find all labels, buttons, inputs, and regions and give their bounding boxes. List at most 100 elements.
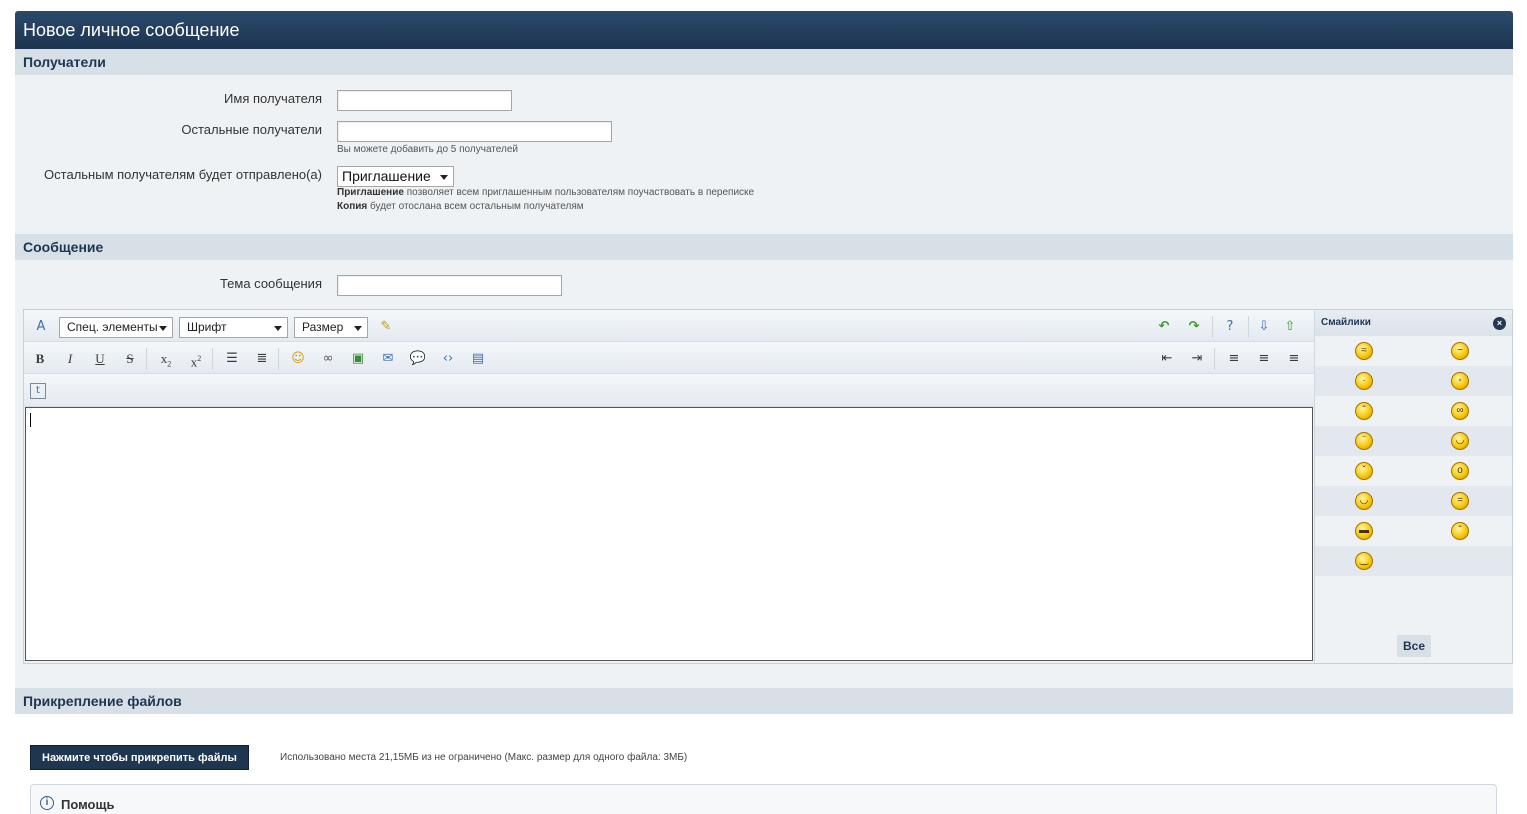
link-icon[interactable]: ∞ bbox=[318, 349, 338, 369]
smiley-cool-icon[interactable]: ▬ bbox=[1355, 522, 1373, 540]
remove-format-icon[interactable]: A bbox=[31, 317, 51, 337]
bold-button[interactable]: B bbox=[30, 349, 50, 369]
message-body-textarea[interactable] bbox=[25, 407, 1313, 661]
info-icon: i bbox=[40, 796, 54, 810]
chevron-down-icon bbox=[274, 326, 282, 331]
bullet-list-icon[interactable]: ☰ bbox=[222, 349, 242, 369]
align-right-icon[interactable]: ≡ bbox=[1284, 349, 1304, 369]
recipient-label: Имя получателя bbox=[224, 91, 322, 106]
smiley-icon[interactable]: ☺ bbox=[288, 349, 308, 369]
send-mode-selected: Приглашение bbox=[342, 168, 431, 184]
indent-icon[interactable]: ⇥ bbox=[1187, 349, 1207, 369]
subject-input[interactable] bbox=[337, 275, 562, 296]
smilies-title: Смайлики bbox=[1321, 317, 1371, 328]
font-label: Шрифт bbox=[187, 320, 227, 334]
other-recipients-label: Остальные получатели bbox=[181, 122, 322, 137]
smiley-row: ˆ ∞ bbox=[1315, 396, 1512, 426]
smiley-row: ≈ ~ bbox=[1315, 336, 1512, 366]
chevron-down-icon bbox=[354, 326, 362, 331]
clean-icon[interactable]: ✎ bbox=[376, 317, 396, 337]
attach-files-button[interactable]: Нажмите чтобы прикрепить файлы bbox=[30, 745, 249, 770]
twitter-icon[interactable]: t bbox=[30, 383, 46, 399]
recipients-section-title: Получатели bbox=[15, 49, 1513, 75]
editor-toolbar-row-1: A Спец. элементы Шрифт Размер ✎ ↶ ↷ ? ⇩ … bbox=[24, 310, 1314, 342]
quote-icon[interactable]: 💬 bbox=[408, 349, 428, 369]
subscript-icon[interactable]: x2 bbox=[156, 349, 176, 369]
media-icon[interactable]: ▤ bbox=[468, 349, 488, 369]
chevron-down-icon bbox=[439, 175, 448, 180]
toolbar-separator bbox=[146, 348, 147, 370]
smiley-row: ¨ ◡ bbox=[1315, 426, 1512, 456]
smiley-tongue-icon[interactable]: ◡ bbox=[1355, 492, 1373, 510]
font-select[interactable]: Шрифт bbox=[179, 317, 288, 338]
smiley-smile-icon[interactable]: ‿ bbox=[1355, 552, 1373, 570]
smiley-laugh-icon[interactable]: ◡ bbox=[1451, 432, 1469, 450]
smiley-confused-icon[interactable]: ¨ bbox=[1355, 432, 1373, 450]
help-label: Помощь bbox=[61, 797, 115, 812]
chevron-down-icon bbox=[159, 326, 167, 331]
size-select[interactable]: Размер bbox=[294, 317, 368, 338]
message-section-title: Сообщение bbox=[15, 234, 1513, 260]
superscript-icon[interactable]: x2 bbox=[186, 349, 206, 369]
underline-button[interactable]: U bbox=[90, 349, 110, 369]
toolbar-separator bbox=[1214, 348, 1215, 370]
other-recipients-input[interactable] bbox=[337, 121, 612, 142]
send-mode-hint-invite: Приглашение позволяет всем приглашенным … bbox=[337, 187, 755, 198]
send-mode-label: Остальным получателям будет отправлено(а… bbox=[44, 167, 322, 182]
smiley-row: ▬ ˆ bbox=[1315, 516, 1512, 546]
smiley-glasses-icon[interactable]: ∞ bbox=[1451, 402, 1469, 420]
other-recipients-hint: Вы можете добавить до 5 получателей bbox=[337, 144, 518, 155]
restore-draft-icon[interactable]: ⇩ bbox=[1254, 317, 1274, 337]
toolbar-separator bbox=[212, 348, 213, 370]
redo-icon[interactable]: ↷ bbox=[1184, 317, 1204, 337]
smilies-grid: ≈ ~ · ◦ ˆ ∞ ¨ ◡ ˇo ◡ = ▬ ˆ ‿ bbox=[1315, 336, 1512, 576]
outdent-icon[interactable]: ⇤ bbox=[1157, 349, 1177, 369]
storage-usage-info: Использовано места 21,15МБ из не огранич… bbox=[280, 752, 688, 763]
align-center-icon[interactable]: ≡ bbox=[1254, 349, 1274, 369]
toolbar-separator bbox=[278, 348, 279, 370]
smiley-shocked-icon[interactable]: o bbox=[1451, 462, 1469, 480]
smilies-panel: Смайлики × ≈ ~ · ◦ ˆ ∞ ¨ ◡ ˇo ◡ = ▬ ˆ ‿ Все bbox=[1314, 310, 1512, 663]
smilies-panel-header: Смайлики × bbox=[1315, 310, 1512, 336]
toolbar-separator bbox=[1248, 316, 1249, 338]
rich-text-editor: A Спец. элементы Шрифт Размер ✎ ↶ ↷ ? ⇩ … bbox=[23, 309, 1513, 664]
text-caret bbox=[30, 413, 31, 427]
smiley-dizzy-icon[interactable]: ≈ bbox=[1355, 342, 1373, 360]
recipients-section: Имя получателя Остальные получатели Вы м… bbox=[15, 75, 1513, 234]
toolbar-separator bbox=[1212, 316, 1213, 338]
smiley-row: ˇo bbox=[1315, 456, 1512, 486]
special-elements-label: Спец. элементы bbox=[67, 320, 158, 334]
image-icon[interactable]: ▣ bbox=[348, 349, 368, 369]
close-icon[interactable]: × bbox=[1493, 317, 1506, 330]
editor-main: A Спец. элементы Шрифт Размер ✎ ↶ ↷ ? ⇩ … bbox=[24, 310, 1314, 663]
smiley-angry-icon[interactable]: ˆ bbox=[1355, 402, 1373, 420]
send-mode-select[interactable]: Приглашение bbox=[337, 166, 454, 187]
smiley-wink-icon[interactable]: ˇ bbox=[1355, 462, 1373, 480]
special-elements-select[interactable]: Спец. элементы bbox=[59, 317, 173, 338]
italic-button[interactable]: I bbox=[60, 349, 80, 369]
code-icon[interactable]: ‹› bbox=[438, 349, 458, 369]
help-panel[interactable]: i Помощь bbox=[30, 784, 1497, 814]
editor-toolbar-row-2: B I U S x2 x2 ☰ ≣ ☺ ∞ ▣ ✉ 💬 ‹› ▤ ⇤ ⇥ ≡ ≡… bbox=[24, 342, 1314, 374]
numbered-list-icon[interactable]: ≣ bbox=[252, 349, 272, 369]
smiley-row: ◡ = bbox=[1315, 486, 1512, 516]
editor-toolbar-row-3: t bbox=[24, 374, 1314, 407]
smiley-neutral-icon[interactable]: · bbox=[1355, 372, 1373, 390]
all-smilies-button[interactable]: Все bbox=[1397, 635, 1431, 657]
recipient-input[interactable] bbox=[337, 90, 512, 111]
strikethrough-button[interactable]: S bbox=[120, 349, 140, 369]
smiley-grin-icon[interactable]: = bbox=[1451, 492, 1469, 510]
subject-label: Тема сообщения bbox=[219, 276, 322, 291]
smiley-row: · ◦ bbox=[1315, 366, 1512, 396]
size-label: Размер bbox=[302, 320, 344, 334]
align-left-icon[interactable]: ≡ bbox=[1224, 349, 1244, 369]
smiley-worried-icon[interactable]: ˆ bbox=[1451, 522, 1469, 540]
page-title: Новое личное сообщение bbox=[15, 11, 1513, 49]
undo-icon[interactable]: ↶ bbox=[1154, 317, 1174, 337]
help-icon[interactable]: ? bbox=[1220, 317, 1240, 337]
attachments-section-title: Прикрепление файлов bbox=[15, 688, 1513, 714]
smiley-sleepy-icon[interactable]: ~ bbox=[1451, 342, 1469, 360]
email-icon[interactable]: ✉ bbox=[378, 349, 398, 369]
save-draft-icon[interactable]: ⇧ bbox=[1280, 317, 1300, 337]
smiley-crazy-icon[interactable]: ◦ bbox=[1451, 372, 1469, 390]
